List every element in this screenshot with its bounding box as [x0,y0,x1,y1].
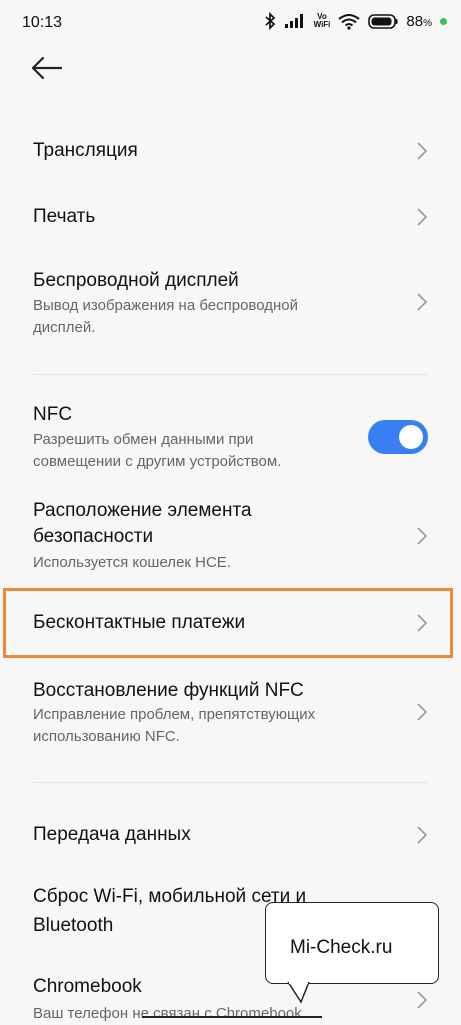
watermark-bubble: Mi-Check.ru [265,902,439,984]
list-item-cast[interactable]: Трансляция [0,128,461,174]
chevron-right-icon [417,293,428,311]
signal-icon [284,14,303,28]
list-item-wireless-display[interactable]: Беспроводной дисплей Вывод изображения н… [0,262,461,342]
divider [33,374,428,375]
item-subtitle-line-1: Вывод изображения на беспроводной [33,297,298,314]
divider [33,782,428,783]
chevron-right-icon [417,527,428,545]
item-subtitle-line-2: совмещении с другим устройством. [33,453,282,470]
chevron-right-icon [417,208,428,226]
item-title: Трансляция [33,140,138,161]
status-time: 10:13 [22,14,63,31]
item-subtitle-line-2: дисплей. [33,319,96,336]
battery-icon [368,13,398,29]
watermark-text: Mi-Check.ru [290,937,393,958]
battery-unit: % [423,17,432,29]
battery-percent: 88% [406,13,432,30]
item-subtitle-line-1: Разрешить обмен данными при [33,431,254,448]
status-bar: 10:13 Vo WiFi 88% [0,0,461,44]
chevron-right-icon [417,703,428,721]
item-title-line-2: безопасности [33,526,154,547]
item-title: Беспроводной дисплей [33,270,239,291]
item-title-line-1: Расположение элемента [33,500,252,521]
list-item-data-transfer[interactable]: Передача данных [0,812,461,858]
vowifi-bottom: WiFi [313,20,331,29]
chevron-right-icon [417,142,428,160]
strike-line [142,1016,322,1018]
wifi-icon [338,13,361,30]
nfc-toggle[interactable] [368,420,428,454]
item-title-line-2: Bluetooth [33,915,114,936]
item-title: Передача данных [33,824,191,845]
item-title: Chromebook [33,976,142,997]
item-title: Печать [33,206,96,227]
watermark-tail [287,982,310,1004]
vowifi-icon: Vo WiFi [314,13,331,29]
status-icons: Vo WiFi 88% [264,12,447,30]
item-subtitle: Ваш телефон не связан с Chromebook [33,1005,302,1022]
charging-dot-icon [440,17,447,25]
list-item-print[interactable]: Печать [0,194,461,240]
toggle-knob [399,425,423,449]
item-title: NFC [33,404,73,425]
battery-value: 88 [406,12,424,30]
item-subtitle: Используется кошелек HCE. [33,554,231,571]
item-subtitle-line-2: использованию NFC. [33,728,180,745]
chevron-right-icon [417,991,428,1009]
highlight-frame [3,588,453,658]
item-title: Восстановление функций NFC [33,680,304,701]
back-arrow-icon[interactable] [30,53,64,83]
list-item-nfc[interactable]: NFC Разрешить обмен данными при совмещен… [0,396,461,476]
list-item-nfc-repair[interactable]: Восстановление функций NFC Исправление п… [0,676,461,756]
item-subtitle-line-1: Исправление проблем, препятствующих [33,706,316,723]
chevron-right-icon [417,826,428,844]
bluetooth-icon [265,12,275,30]
list-item-secure-element[interactable]: Расположение элемента безопасности Испол… [0,496,461,576]
